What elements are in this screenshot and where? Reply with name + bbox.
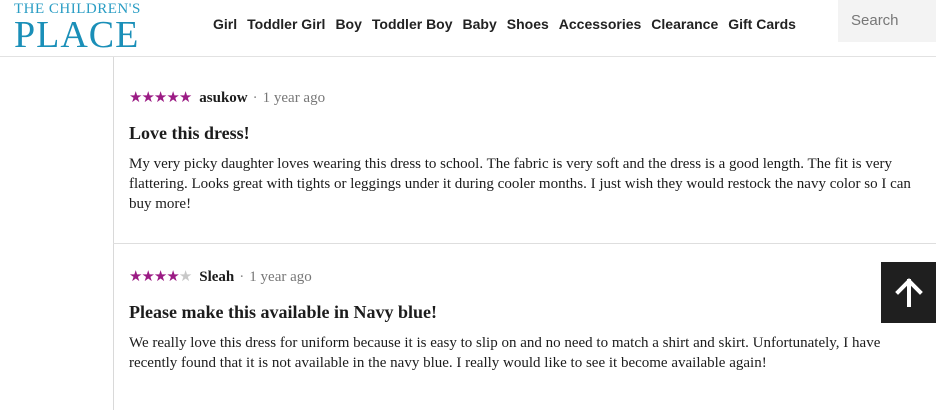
nav-item-boy[interactable]: Boy — [335, 16, 361, 32]
review-age: 1 year ago — [249, 269, 312, 285]
star-filled-icon: ★ — [153, 90, 167, 106]
star-empty-icon: ★ — [178, 269, 192, 285]
review-meta: ★ ★ ★ ★ ★ asukow · 1 year ago — [129, 90, 929, 107]
nav-item-toddler-girl[interactable]: Toddler Girl — [247, 16, 325, 32]
star-rating: ★ ★ ★ ★ ★ — [129, 90, 192, 106]
nav-item-baby[interactable]: Baby — [463, 16, 497, 32]
site-header: THE CHILDREN'S PLACE Girl Toddler Girl B… — [0, 0, 936, 57]
review-age: 1 year ago — [262, 90, 326, 106]
nav-item-toddler-boy[interactable]: Toddler Boy — [372, 16, 453, 32]
star-rating: ★ ★ ★ ★ ★ — [129, 269, 192, 285]
meta-separator: · — [252, 90, 258, 106]
main-nav: Girl Toddler Girl Boy Toddler Boy Baby S… — [213, 16, 806, 32]
content-left-border — [113, 57, 114, 410]
review-body: My very picky daughter loves wearing thi… — [129, 156, 911, 212]
reviews-section: ★ ★ ★ ★ ★ asukow · 1 year ago Love this dres… — [0, 57, 936, 410]
nav-item-shoes[interactable]: Shoes — [507, 16, 549, 32]
nav-item-girl[interactable]: Girl — [213, 16, 237, 32]
review-title: Love this dress! — [129, 123, 250, 143]
star-filled-icon: ★ — [153, 269, 167, 285]
brand-logo-line2: PLACE — [14, 14, 140, 56]
review-author: Sleah — [199, 269, 235, 285]
brand-logo[interactable]: THE CHILDREN'S PLACE — [14, 2, 141, 56]
review-item: ★ ★ ★ ★ ★ asukow · 1 year ago Love this dres… — [129, 90, 929, 214]
star-filled-icon: ★ — [166, 269, 179, 285]
star-filled-icon: ★ — [129, 90, 142, 106]
scroll-to-top-button[interactable] — [881, 262, 936, 323]
arrow-up-icon — [894, 277, 923, 307]
review-item: ★ ★ ★ ★ ★ Sleah · 1 year ago Please make thi… — [129, 269, 929, 373]
review-body: We really love this dress for uniform be… — [129, 335, 881, 371]
review-title: Please make this available in Navy blue! — [129, 302, 438, 322]
star-filled-icon: ★ — [166, 90, 179, 106]
star-filled-icon: ★ — [129, 269, 142, 285]
nav-item-gift-cards[interactable]: Gift Cards — [728, 16, 796, 32]
nav-item-accessories[interactable]: Accessories — [559, 16, 642, 32]
star-filled-icon: ★ — [141, 269, 154, 285]
meta-separator: · — [239, 269, 245, 285]
search-input[interactable]: Search — [838, 0, 936, 42]
nav-item-clearance[interactable]: Clearance — [651, 16, 718, 32]
review-author: asukow — [199, 90, 248, 106]
review-divider — [113, 243, 936, 244]
star-filled-icon: ★ — [178, 90, 192, 106]
review-meta: ★ ★ ★ ★ ★ Sleah · 1 year ago — [129, 269, 929, 286]
star-filled-icon: ★ — [141, 90, 154, 106]
